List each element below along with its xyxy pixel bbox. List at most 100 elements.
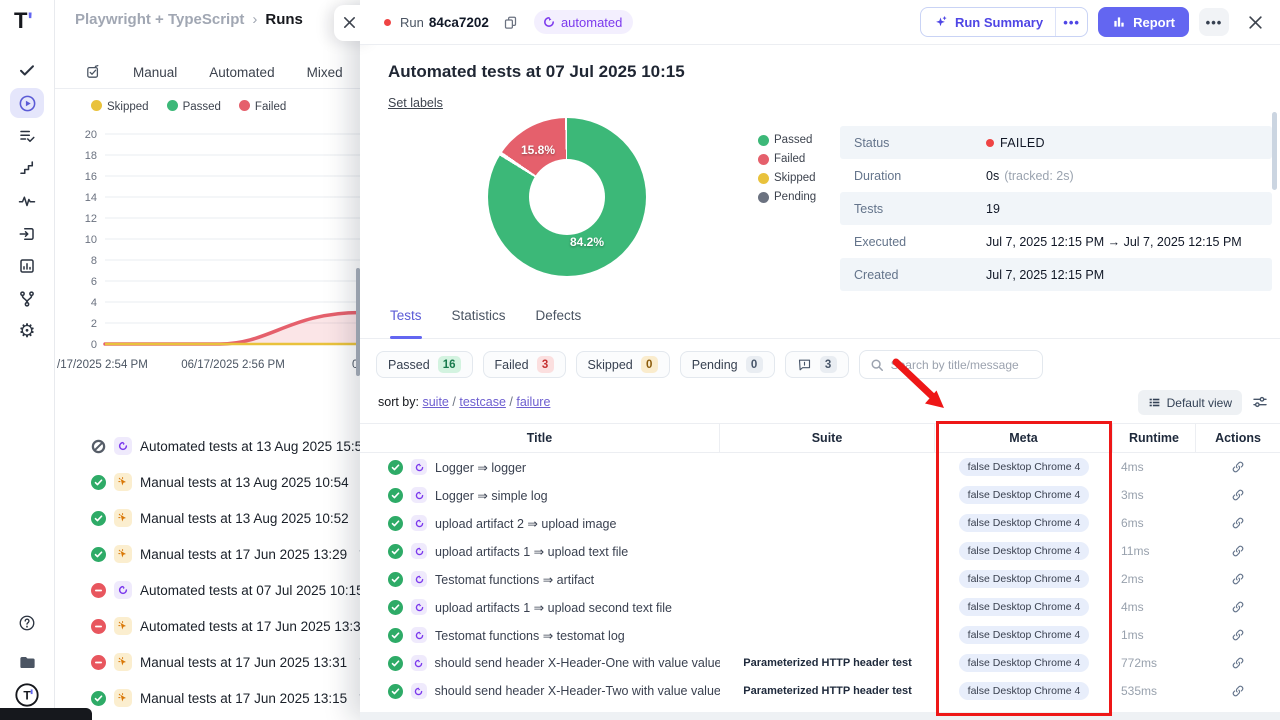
projects-button[interactable] xyxy=(10,647,44,677)
sidebar-item-branches[interactable] xyxy=(10,284,44,314)
table-row[interactable]: Testomat functions ⇒ testomat log false … xyxy=(360,621,1280,649)
column-title[interactable]: Title xyxy=(360,424,720,452)
profile-logo-button[interactable]: T xyxy=(10,680,44,710)
help-button[interactable] xyxy=(10,608,44,638)
table-row[interactable]: Logger ⇒ logger false Desktop Chrome 4 4… xyxy=(360,453,1280,481)
sidebar-item-runs[interactable] xyxy=(10,88,44,118)
sidebar-item-milestones[interactable] xyxy=(10,153,44,183)
test-runtime: 2ms xyxy=(1113,565,1196,593)
test-suite xyxy=(720,509,935,537)
run-list-item[interactable]: Automated tests at 17 Jun 2025 13:30 xyxy=(91,616,380,636)
default-view-button[interactable]: Default view xyxy=(1138,390,1242,415)
run-summary-button[interactable]: Run Summary ••• xyxy=(920,7,1088,37)
meta-badge: false Desktop Chrome 4 xyxy=(959,570,1090,588)
bot-icon xyxy=(542,15,556,29)
tab-automated[interactable]: Automated xyxy=(209,65,274,80)
link-icon[interactable] xyxy=(1231,488,1245,502)
tab-statistics[interactable]: Statistics xyxy=(452,308,506,338)
filter-failed-chip[interactable]: Failed3 xyxy=(483,351,566,378)
table-row[interactable]: upload artifacts 1 ⇒ upload second text … xyxy=(360,593,1280,621)
table-row[interactable]: should send header X-Header-Two with val… xyxy=(360,677,1280,705)
copy-icon[interactable] xyxy=(503,15,518,30)
column-meta[interactable]: Meta xyxy=(935,424,1113,452)
tab-mixed[interactable]: Mixed xyxy=(307,65,343,80)
panel-scrollbar[interactable] xyxy=(1272,112,1277,190)
manual-run-icon xyxy=(114,473,132,491)
run-list-item[interactable]: Manual tests at 17 Jun 2025 13:29 fron xyxy=(91,544,379,564)
close-panel-button[interactable] xyxy=(1247,14,1264,31)
test-title: Testomat functions ⇒ testomat log xyxy=(435,628,625,643)
legend-failed[interactable]: Failed xyxy=(239,100,286,113)
filter-skipped-chip[interactable]: Skipped0 xyxy=(576,351,670,378)
search-input[interactable] xyxy=(891,358,1032,372)
link-icon[interactable] xyxy=(1231,460,1245,474)
legend-skipped[interactable]: Skipped xyxy=(91,100,149,113)
svg-text:12: 12 xyxy=(85,213,97,225)
sidebar-item-analytics[interactable] xyxy=(10,251,44,281)
filter-comments-chip[interactable]: 3 xyxy=(785,351,849,378)
sidebar-item-tests[interactable] xyxy=(10,55,44,85)
set-labels-link[interactable]: Set labels xyxy=(388,96,443,110)
status-failed-icon xyxy=(91,619,106,634)
run-list-item[interactable]: Manual tests at 13 Aug 2025 10:52 fro xyxy=(91,508,374,528)
play-circle-icon xyxy=(18,94,37,113)
run-list-item[interactable]: Automated tests at 07 Jul 2025 10:15 xyxy=(91,580,376,600)
table-row[interactable]: should send header X-Header-One with val… xyxy=(360,649,1280,677)
import-icon xyxy=(18,225,36,243)
svg-text:2: 2 xyxy=(91,318,97,330)
sidebar-item-settings[interactable]: ⚙ xyxy=(10,316,44,346)
more-actions-button[interactable]: ••• xyxy=(1199,8,1229,36)
filter-pending-chip[interactable]: Pending0 xyxy=(680,351,775,378)
sort-suite-link[interactable]: suite xyxy=(422,395,448,409)
table-row[interactable]: Testomat functions ⇒ artifact false Desk… xyxy=(360,565,1280,593)
table-row[interactable]: upload artifacts 1 ⇒ upload text file fa… xyxy=(360,537,1280,565)
sidebar-item-import[interactable] xyxy=(10,219,44,249)
table-row[interactable]: Logger ⇒ simple log false Desktop Chrome… xyxy=(360,481,1280,509)
app-screen: Playwright + TypeScript › Runs Manual Au… xyxy=(0,0,1280,720)
sort-failure-link[interactable]: failure xyxy=(516,395,550,409)
run-summary-more-button[interactable]: ••• xyxy=(1055,8,1087,36)
sort-testcase-link[interactable]: testcase xyxy=(459,395,506,409)
run-list-item[interactable]: Manual tests at 17 Jun 2025 13:31 from xyxy=(91,652,382,672)
select-runs-icon[interactable] xyxy=(85,64,101,80)
run-list-item[interactable]: Manual tests at 17 Jun 2025 13:15 from xyxy=(91,688,382,708)
column-suite[interactable]: Suite xyxy=(720,424,935,452)
link-icon[interactable] xyxy=(1231,516,1245,530)
link-icon[interactable] xyxy=(1231,600,1245,614)
link-icon[interactable] xyxy=(1231,684,1245,698)
filter-passed-chip[interactable]: Passed16 xyxy=(376,351,473,378)
sort-by-row: sort by: suite / testcase / failure xyxy=(378,395,550,409)
tab-defects[interactable]: Defects xyxy=(536,308,582,338)
tab-manual[interactable]: Manual xyxy=(133,65,177,80)
breadcrumb-current: Runs xyxy=(265,11,303,28)
column-actions[interactable]: Actions xyxy=(1196,424,1280,452)
status-failed-icon xyxy=(91,583,106,598)
column-runtime[interactable]: Runtime xyxy=(1113,424,1196,452)
bottom-left-strip xyxy=(0,708,92,720)
run-list-item[interactable]: Manual tests at 13 Aug 2025 10:54 2 xyxy=(91,472,367,492)
comment-icon xyxy=(797,357,812,372)
meta-badge: false Desktop Chrome 4 xyxy=(959,626,1090,644)
view-settings-icon[interactable] xyxy=(1252,394,1268,410)
test-suite xyxy=(720,565,935,593)
table-row[interactable]: upload artifact 2 ⇒ upload image false D… xyxy=(360,509,1280,537)
close-icon xyxy=(342,15,357,30)
sidebar-item-plans[interactable] xyxy=(10,121,44,151)
link-icon[interactable] xyxy=(1231,572,1245,586)
link-icon[interactable] xyxy=(1231,628,1245,642)
link-icon[interactable] xyxy=(1231,544,1245,558)
breadcrumb-project[interactable]: Playwright + TypeScript xyxy=(75,11,244,28)
link-icon[interactable] xyxy=(1231,656,1245,670)
tab-tests[interactable]: Tests xyxy=(390,308,422,338)
run-list-item[interactable]: Automated tests at 13 Aug 2025 15:53 xyxy=(91,436,382,456)
legend-passed[interactable]: Passed xyxy=(167,100,221,113)
svg-text:/17/2025 2:54 PM: /17/2025 2:54 PM xyxy=(57,359,148,371)
search-box[interactable] xyxy=(859,350,1043,379)
status-passed-icon xyxy=(91,547,106,562)
app-logo[interactable]: T' xyxy=(14,8,33,34)
svg-text:T: T xyxy=(23,689,31,703)
automated-badge[interactable]: automated xyxy=(534,10,633,34)
sidebar-item-pulse[interactable] xyxy=(10,186,44,216)
report-button[interactable]: Report xyxy=(1098,7,1189,37)
folder-icon xyxy=(18,653,37,672)
